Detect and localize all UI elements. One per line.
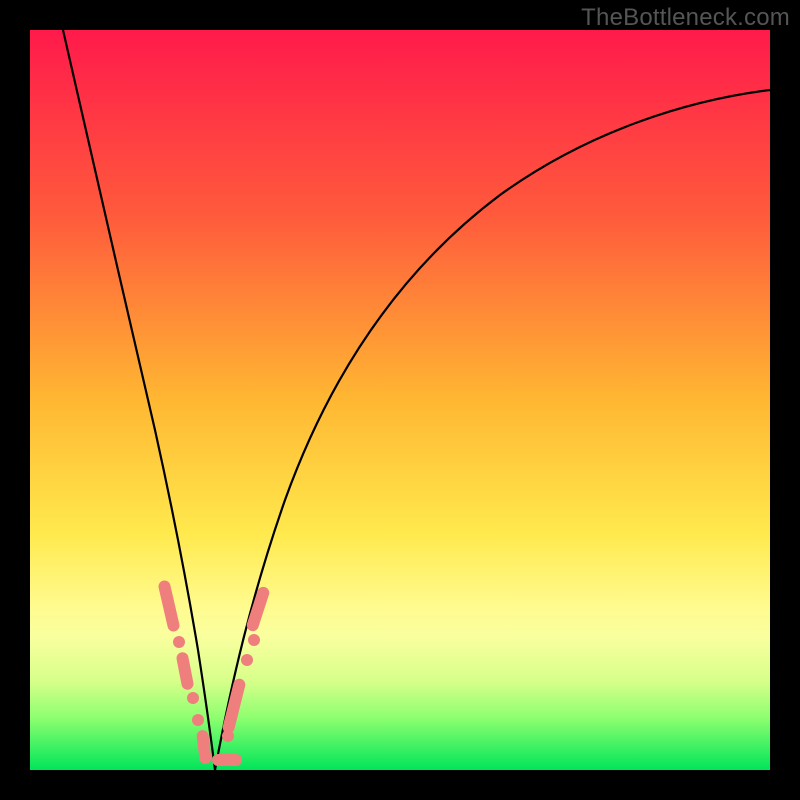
marker-dot — [187, 692, 199, 704]
marker-segment — [245, 585, 271, 632]
marker-segment — [157, 579, 180, 632]
plot-area — [30, 30, 770, 770]
marker-group — [157, 579, 271, 766]
marker-segment — [212, 754, 242, 766]
marker-segment — [175, 651, 194, 691]
frame: TheBottleneck.com — [0, 0, 800, 800]
marker-dot — [248, 634, 260, 646]
marker-segment — [221, 677, 246, 734]
marker-dot — [173, 636, 185, 648]
watermark-text: TheBottleneck.com — [581, 4, 790, 32]
right-curve — [215, 90, 770, 770]
left-curve — [63, 30, 215, 770]
marker-dot — [241, 654, 253, 666]
chart-svg — [30, 30, 770, 770]
marker-dot — [192, 714, 204, 726]
